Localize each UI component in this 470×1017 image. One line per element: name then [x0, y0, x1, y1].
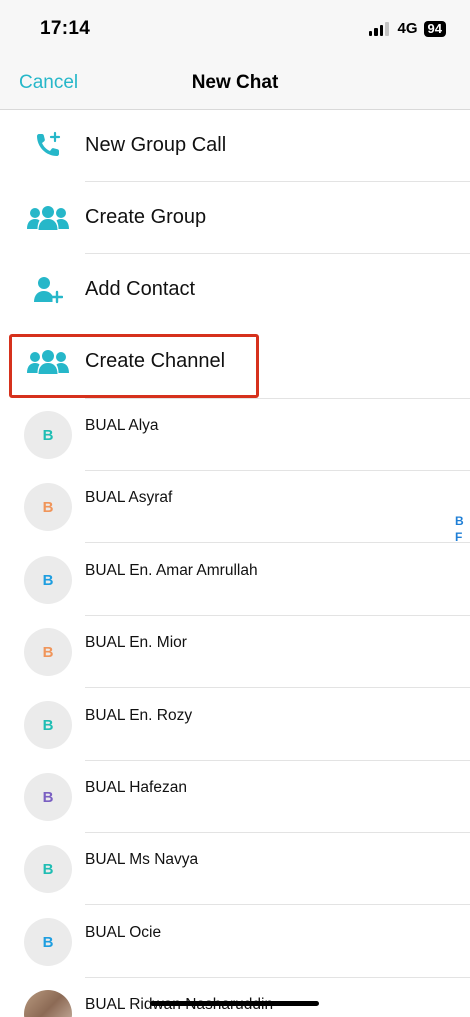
network-label: 4G: [397, 20, 418, 37]
add-person-icon: [24, 274, 72, 306]
contact-name: BUAL En. Mior: [85, 634, 187, 651]
add-contact-row[interactable]: Add Contact: [0, 254, 470, 326]
avatar: B: [24, 483, 72, 531]
signal-icon: [368, 21, 389, 36]
nav-bar: Cancel New Chat: [0, 58, 470, 110]
contact-name: BUAL En. Rozy: [85, 707, 193, 724]
contact-row[interactable]: B BUAL Asyraf: [0, 471, 470, 543]
page-title: New Chat: [191, 72, 279, 93]
new-group-call-label: New Group Call: [85, 134, 227, 156]
battery-icon: 94: [423, 20, 446, 37]
status-time: 17:14: [40, 18, 91, 39]
contact-row[interactable]: B BUAL En. Mior: [0, 616, 470, 688]
add-contact-label: Add Contact: [85, 278, 196, 300]
avatar: B: [24, 845, 72, 893]
phone-plus-icon: [24, 130, 72, 162]
contact-row[interactable]: B BUAL En. Rozy: [0, 689, 470, 761]
avatar: B: [24, 773, 72, 821]
contact-name: BUAL Ocie: [85, 924, 162, 941]
contact-row[interactable]: B BUAL En. Amar Amrullah: [0, 544, 470, 616]
contact-name: BUAL En. Amar Amrullah: [85, 562, 258, 579]
contact-name: BUAL Hafezan: [85, 779, 187, 796]
contact-row[interactable]: B BUAL Hafezan: [0, 761, 470, 833]
contact-row[interactable]: B BUAL Ms Navya: [0, 833, 470, 905]
contact-row[interactable]: BUAL Ridwan Nasharuddin: [0, 978, 470, 1017]
avatar: B: [24, 556, 72, 604]
contact-name: BUAL Asyraf: [85, 489, 173, 506]
contact-name: BUAL Ms Navya: [85, 851, 199, 868]
home-indicator: [150, 1001, 319, 1006]
avatar: B: [24, 918, 72, 966]
highlight-box: [9, 334, 259, 398]
index-letter-f[interactable]: F: [455, 530, 462, 544]
contact-name: BUAL Alya: [85, 417, 159, 434]
divider: [85, 542, 470, 543]
avatar: [24, 990, 72, 1017]
index-letter-b[interactable]: B: [455, 514, 464, 528]
avatar: B: [24, 628, 72, 676]
contact-row[interactable]: B BUAL Ocie: [0, 906, 470, 978]
group-icon: [24, 202, 72, 234]
status-icons: 4G 94: [368, 20, 446, 37]
status-bar: 17:14 4G 94: [0, 0, 470, 58]
avatar: B: [24, 411, 72, 459]
avatar: B: [24, 701, 72, 749]
create-group-row[interactable]: Create Group: [0, 182, 470, 254]
contact-row[interactable]: B BUAL Alya: [0, 399, 470, 471]
new-group-call-row[interactable]: New Group Call: [0, 110, 470, 182]
create-group-label: Create Group: [85, 206, 207, 228]
divider: [85, 904, 470, 905]
divider: [85, 687, 470, 688]
